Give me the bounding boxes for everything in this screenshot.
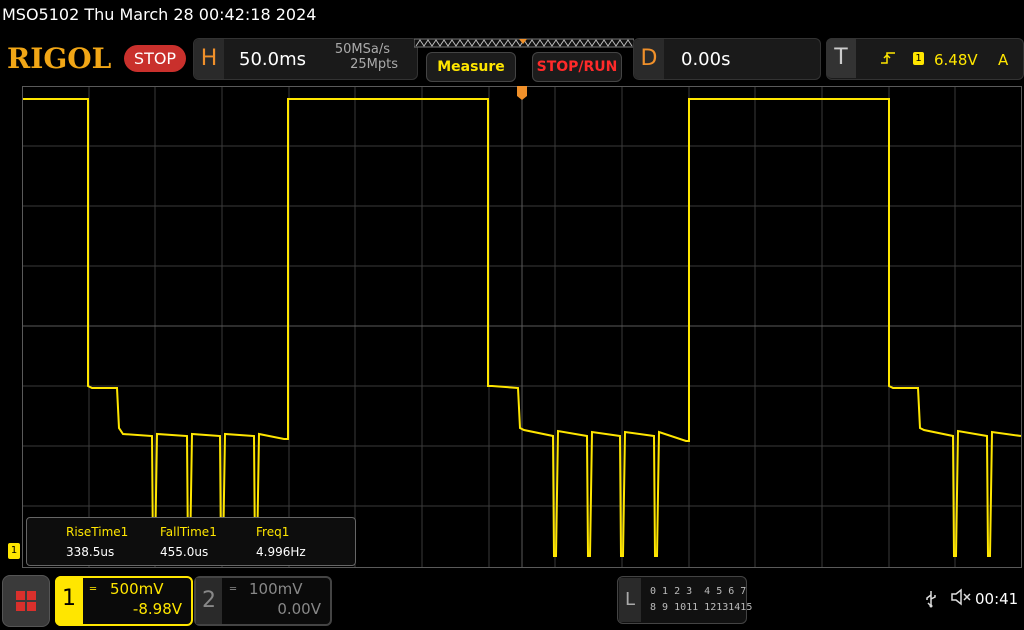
ch1-offset: -8.98V [132, 600, 182, 618]
system-clock: 00:41 [975, 590, 1019, 608]
run-state-badge[interactable]: STOP [124, 45, 186, 72]
ch2-offset: 0.00V [277, 600, 321, 618]
rising-edge-icon [880, 50, 896, 70]
instrument-title: MSO5102 Thu March 28 00:42:18 2024 [2, 5, 317, 24]
logic-tag: L [619, 578, 641, 622]
speaker-mute-icon[interactable] [950, 588, 972, 610]
logic-channels-row1: 0 1 2 3 4 5 6 7 [650, 586, 747, 597]
ch1-label: 1 [55, 576, 83, 626]
dc-coupling-icon: ═ [230, 584, 237, 595]
ch2-label: 2 [196, 578, 222, 624]
measure-value-freq: 4.996Hz [256, 545, 306, 559]
ch2-scale: 100mV [249, 580, 303, 598]
trigger-mode: A [998, 51, 1009, 69]
timebase-value: 50.0ms [239, 49, 306, 70]
measure-label-freq: Freq1 [256, 525, 290, 539]
waveform-display[interactable] [22, 86, 1022, 568]
trigger-source-badge: 1 [913, 52, 924, 65]
horizontal-tag: H [194, 39, 224, 79]
rigol-logo: RIGOL [7, 42, 112, 75]
stop-run-button[interactable]: STOP/RUN [532, 52, 622, 82]
logic-channels-row2: 8 9 1011 12131415 [650, 602, 753, 613]
trigger-tag: T [826, 38, 856, 78]
sample-rate: 50MSa/s [334, 42, 390, 57]
measure-value-falltime: 455.0us [160, 545, 209, 559]
usb-icon [925, 590, 937, 612]
delay-tag: D [634, 39, 664, 79]
measure-button[interactable]: Measure [426, 52, 516, 82]
measure-value-risetime: 338.5us [66, 545, 115, 559]
trigger-level: 6.48V [934, 51, 978, 69]
menu-grid-icon [16, 591, 36, 611]
ch1-ground-marker[interactable]: 1 [8, 543, 20, 559]
memory-depth: 25Mpts [350, 57, 398, 72]
ch1-scale: 500mV [110, 580, 164, 598]
delay-value: 0.00s [681, 49, 731, 70]
measure-label-risetime: RiseTime1 [66, 525, 129, 539]
memory-position-bar[interactable] [414, 38, 634, 48]
measure-label-falltime: FallTime1 [160, 525, 217, 539]
menu-grid-button[interactable] [2, 575, 50, 627]
dc-coupling-icon: ═ [90, 584, 97, 595]
